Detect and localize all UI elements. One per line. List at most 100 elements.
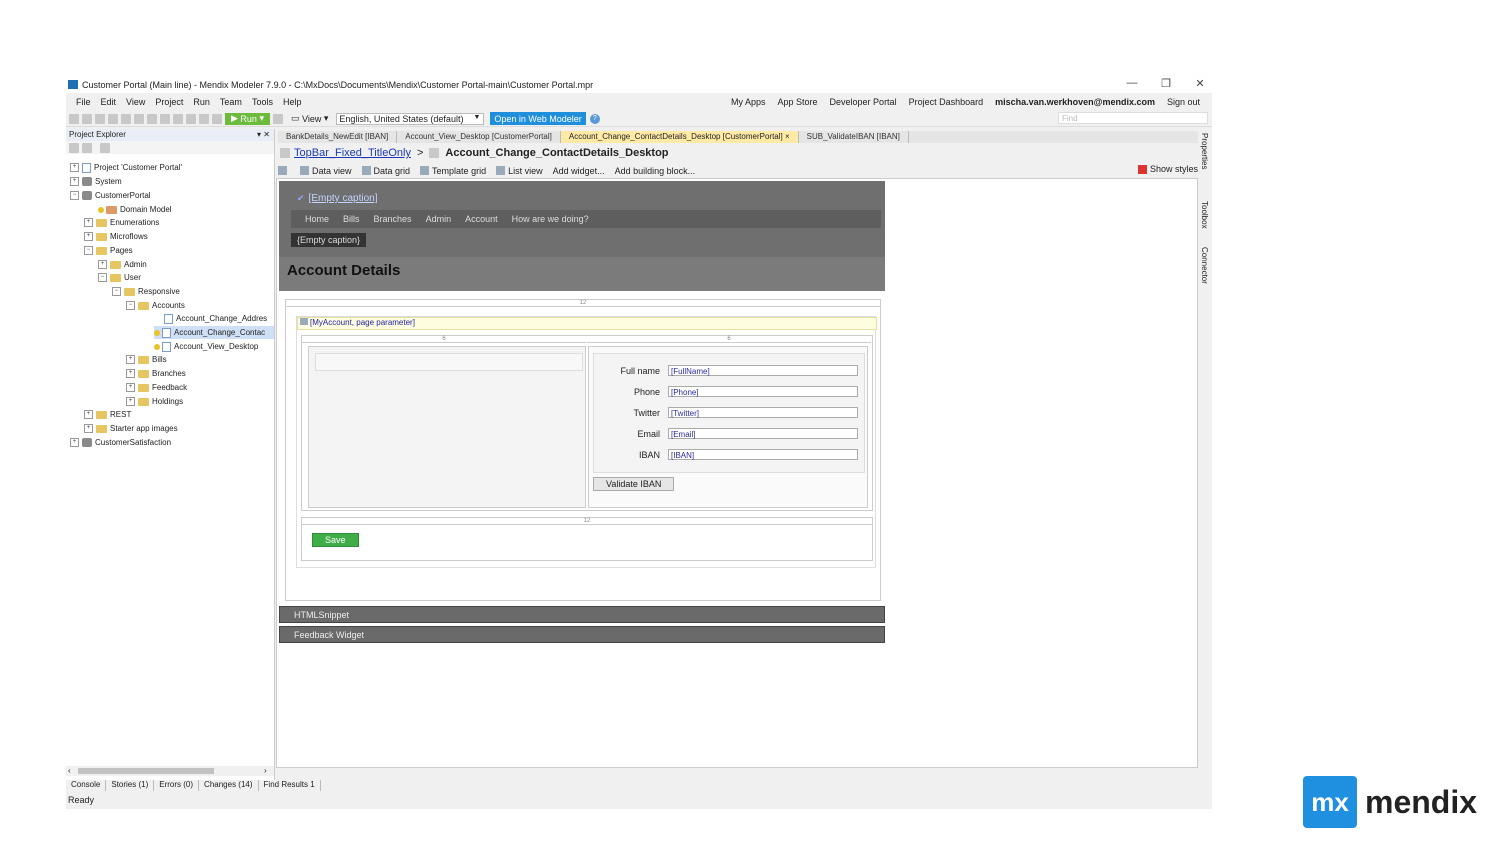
open-web-modeler-button[interactable]: Open in Web Modeler — [490, 112, 586, 125]
tab-changes[interactable]: Changes (14) — [199, 780, 259, 791]
phone-field[interactable]: [Phone] — [668, 386, 858, 397]
menu-file[interactable]: File — [76, 97, 91, 107]
nav-admin[interactable]: Admin — [426, 214, 452, 224]
menu-view[interactable]: View — [126, 97, 145, 107]
tree-item[interactable]: − Accounts — [126, 299, 185, 312]
add-template-grid-button[interactable]: Template grid — [420, 166, 486, 176]
copy-icon[interactable] — [134, 113, 144, 124]
tree-item[interactable]: − Responsive — [112, 285, 180, 298]
top-caption[interactable]: ✔ [Empty caption] — [297, 193, 377, 204]
link-developer-portal[interactable]: Developer Portal — [830, 97, 897, 107]
nav-bills[interactable]: Bills — [343, 214, 360, 224]
canvas-vertical-scrollbar[interactable] — [1198, 371, 1208, 766]
expand-all-icon[interactable] — [69, 142, 79, 153]
delete-icon[interactable] — [199, 113, 209, 124]
tree-item[interactable]: Account_View_Desktop — [154, 340, 258, 353]
properties-panel-tab[interactable]: Properties — [1200, 133, 1209, 169]
add-widget-button[interactable]: Add widget... — [553, 166, 605, 176]
user-email[interactable]: mischa.van.werkhoven@mendix.com — [995, 97, 1155, 107]
scroll-thumb[interactable] — [78, 768, 214, 774]
add-data-grid-button[interactable]: Data grid — [361, 166, 410, 176]
restore-button[interactable]: ❐ — [1156, 77, 1176, 90]
show-styles-toggle[interactable]: Show styles — [1137, 164, 1198, 174]
scroll-right-icon[interactable]: › — [264, 766, 267, 775]
select-tool[interactable] — [278, 166, 290, 175]
tree-item[interactable]: + Project 'Customer Portal' — [70, 161, 182, 174]
iban-field[interactable]: [IBAN] — [668, 449, 858, 460]
explorer-controls[interactable]: ▾ ✕ — [257, 129, 270, 141]
collapse-all-icon[interactable] — [82, 142, 92, 153]
sign-out-link[interactable]: Sign out — [1167, 97, 1200, 107]
help-icon[interactable]: ? — [589, 113, 600, 124]
close-button[interactable]: ✕ — [1190, 77, 1210, 90]
tree-item[interactable]: + REST — [84, 408, 131, 421]
nav-how-are-we-doing[interactable]: How are we doing? — [512, 214, 589, 224]
validate-iban-button[interactable]: Validate IBAN — [593, 477, 675, 491]
explorer-horizontal-scrollbar[interactable]: ‹ › — [66, 766, 274, 776]
save-icon[interactable] — [108, 113, 118, 124]
language-select[interactable]: English, United States (default) ▼ — [336, 112, 485, 125]
link-my-apps[interactable]: My Apps — [731, 97, 766, 107]
menu-help[interactable]: Help — [283, 97, 302, 107]
link-project-dashboard[interactable]: Project Dashboard — [909, 97, 984, 107]
tree-item[interactable]: + Branches — [126, 367, 186, 380]
open-project-icon[interactable] — [82, 113, 92, 124]
connector-panel-tab[interactable]: Connector — [1200, 247, 1209, 284]
feedback-widget[interactable]: Feedback Widget — [279, 626, 885, 643]
nav-home[interactable]: Home — [305, 214, 329, 224]
doc-tab-account-change-active[interactable]: Account_Change_ContactDetails_Desktop [C… — [560, 131, 799, 143]
tree-item[interactable]: + Bills — [126, 353, 167, 366]
paste-icon[interactable] — [186, 113, 196, 124]
doc-tab-account-view[interactable]: Account_View_Desktop [CustomerPortal] — [397, 131, 561, 143]
save-button[interactable]: Save — [312, 533, 359, 547]
deploy-icon[interactable] — [212, 113, 222, 124]
tab-stories[interactable]: Stories (1) — [106, 780, 155, 791]
menu-edit[interactable]: Edit — [101, 97, 117, 107]
doc-tab-validate-iban[interactable]: SUB_ValidateIBAN [IBAN] — [799, 131, 909, 143]
view-button[interactable]: ▭ View ▾ — [291, 113, 328, 124]
tree-item-selected[interactable]: Account_Change_Contac — [154, 326, 274, 339]
doc-tab-bankdetails[interactable]: BankDetails_NewEdit [IBAN] — [278, 131, 398, 143]
nav-branches[interactable]: Branches — [374, 214, 412, 224]
tree-item[interactable]: + System — [70, 175, 122, 188]
menu-team[interactable]: Team — [220, 97, 242, 107]
tab-errors[interactable]: Errors (0) — [154, 780, 200, 791]
full-name-field[interactable]: [FullName] — [668, 365, 858, 376]
tree-item[interactable]: Domain Model — [98, 203, 172, 216]
tree-item[interactable]: + Holdings — [126, 395, 183, 408]
link-app-store[interactable]: App Store — [778, 97, 818, 107]
empty-container[interactable] — [315, 353, 583, 371]
tree-item[interactable]: + Starter app images — [84, 422, 178, 435]
tab-console[interactable]: Console — [66, 780, 107, 791]
cut-icon[interactable] — [173, 113, 183, 124]
tree-item[interactable]: − User — [98, 271, 141, 284]
toolbox-panel-tab[interactable]: Toolbox — [1200, 201, 1209, 229]
undo-icon[interactable] — [147, 113, 157, 124]
nav-account[interactable]: Account — [465, 214, 498, 224]
tree-item[interactable]: + Enumerations — [84, 216, 159, 229]
add-list-view-button[interactable]: List view — [496, 166, 543, 176]
tree-item[interactable]: − Pages — [84, 244, 133, 257]
tree-item[interactable]: + Microflows — [84, 230, 148, 243]
data-view[interactable]: [MyAccount, page parameter] 6 6 Full nam… — [296, 316, 877, 568]
stop-icon[interactable] — [272, 113, 283, 124]
minimize-button[interactable]: — — [1122, 77, 1142, 89]
menu-project[interactable]: Project — [155, 97, 183, 107]
new-project-icon[interactable] — [69, 113, 79, 124]
sync-icon[interactable] — [100, 142, 110, 153]
tree-item[interactable]: Account_Change_Addres — [164, 312, 267, 325]
redo-icon[interactable] — [160, 113, 170, 124]
tree-item[interactable]: + Feedback — [126, 381, 187, 394]
layout-link[interactable]: TopBar_Fixed_TitleOnly — [294, 147, 411, 159]
add-data-view-button[interactable]: Data view — [300, 166, 352, 176]
html-snippet[interactable]: HTMLSnippet — [279, 606, 885, 623]
add-building-block-button[interactable]: Add building block... — [615, 166, 696, 176]
save-all-icon[interactable] — [121, 113, 131, 124]
run-button[interactable]: ▶ Run ▾ — [225, 112, 270, 125]
tree-item[interactable]: + Admin — [98, 258, 147, 271]
menu-run[interactable]: Run — [193, 97, 210, 107]
new-document-icon[interactable] — [95, 113, 105, 124]
tree-item[interactable]: − CustomerPortal — [70, 189, 151, 202]
scroll-left-icon[interactable]: ‹ — [68, 766, 71, 775]
find-input[interactable]: Find — [1058, 112, 1208, 124]
